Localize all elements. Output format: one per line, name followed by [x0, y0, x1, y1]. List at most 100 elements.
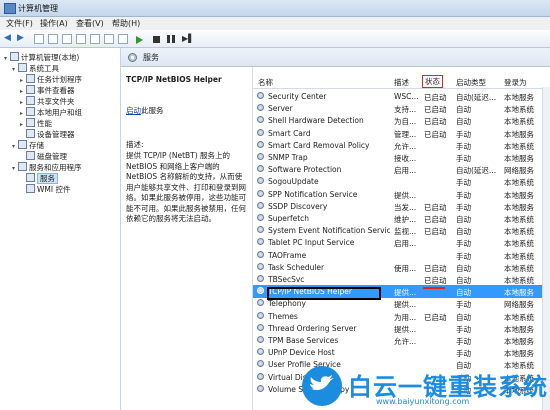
table-row[interactable]: SPP Notification Service 提供... 手动 本地服务 — [253, 188, 550, 201]
table-row[interactable]: TPM Base Services 允许... 手动 本地服务 — [253, 334, 550, 347]
pause-service-icon[interactable] — [167, 35, 175, 43]
menu-help[interactable]: 帮助(H) — [112, 18, 140, 29]
table-row[interactable]: Shell Hardware Detection 为自... 已启动 自动 本地系统 — [253, 114, 550, 127]
table-row[interactable]: Server 支持... 已启动 自动 本地系统 — [253, 102, 550, 115]
services-list: 名称 描述 状态 启动类型 登录为 Security Center WSC... 已… — [252, 67, 550, 410]
tree-node-icon — [18, 140, 27, 149]
refresh-icon[interactable] — [76, 34, 86, 44]
tree-node-label: 事件查看器 — [37, 86, 75, 95]
console-tree: ▾ 计算机管理(本地) ▾ 系统工具 ▸ 任务计划程序 ▸ 事件查看器 ▸ 共享文件夹 ▸ 本地用户和… — [0, 48, 121, 410]
tree-node[interactable]: ▸ 共享文件夹 — [20, 96, 75, 107]
col-status[interactable]: 状态 — [422, 75, 443, 88]
status-underline — [423, 287, 445, 289]
cell-name: SogouUpdate — [268, 177, 319, 187]
list-header: 名称 描述 状态 启动类型 登录为 — [253, 75, 550, 89]
service-gear-icon — [257, 311, 264, 319]
table-row[interactable]: UPnP Device Host 手动 本地服务 — [253, 346, 550, 359]
forward-icon[interactable]: ▶ — [17, 34, 24, 44]
table-row[interactable]: SNMP Trap 接收... 手动 本地服务 — [253, 151, 550, 164]
cell-name: TBSecSvc — [268, 275, 305, 284]
table-row[interactable]: Superfetch 维护... 已启动 自动 本地系统 — [253, 212, 550, 225]
service-gear-icon — [257, 360, 264, 368]
start-service-link[interactable]: 启动 — [126, 106, 141, 115]
back-icon[interactable]: ◀ — [4, 34, 11, 44]
tree-node-icon — [26, 151, 35, 160]
service-gear-icon — [257, 189, 264, 197]
tree-node[interactable]: ▸ 任务计划程序 — [20, 74, 82, 85]
cell-name: Smart Card — [268, 128, 311, 138]
service-description-pane: TCP/IP NetBIOS Helper 启动此服务 描述: 提供 TCP/I… — [121, 67, 251, 410]
tree-node-label: 服务和应用程序 — [29, 163, 82, 172]
tree-node-label: 计算机管理(本地) — [21, 53, 80, 62]
tree-node[interactable]: ▸ 本地用户和组 — [20, 107, 82, 118]
col-name[interactable]: 名称 — [258, 77, 273, 88]
service-gear-icon — [257, 372, 264, 380]
tree-node-icon — [26, 184, 35, 193]
tree-node-icon — [26, 173, 35, 182]
tree-node[interactable]: 磁盘管理 — [20, 151, 67, 162]
table-row[interactable]: Security Center WSC... 已启动 自动(延迟... 本地服务 — [253, 90, 550, 103]
tree-node[interactable]: ▾ 存储 — [12, 140, 44, 151]
list-icon[interactable] — [62, 34, 72, 44]
cell-name: Task Scheduler — [268, 262, 325, 272]
table-row-selected[interactable]: TCP/IP NetBIOS Helper 提供... 自动 本地服务 — [253, 285, 550, 301]
tree-node[interactable]: ▾ 服务和应用程序 — [12, 162, 82, 173]
export-icon[interactable] — [90, 34, 100, 44]
tree-node-icon — [26, 96, 35, 105]
service-gear-icon — [257, 336, 264, 343]
service-gear-icon — [257, 140, 264, 148]
cell-name: SPP Notification Service — [268, 189, 358, 199]
table-row[interactable]: System Event Notification Service 监视... 已启… — [253, 224, 550, 237]
table-row[interactable]: Smart Card Removal Policy 允许... 手动 本地系统 — [253, 139, 550, 152]
tree-node[interactable]: ▸ 事件查看器 — [20, 85, 75, 96]
folder-up-icon[interactable] — [34, 34, 44, 44]
properties-icon[interactable] — [118, 34, 128, 44]
table-row[interactable]: SSDP Discovery 当发... 已启动 手动 本地服务 — [253, 200, 550, 213]
start-service-icon[interactable] — [136, 36, 143, 44]
table-row[interactable]: TBSecSvc 已启动 自动 本地系统 — [253, 273, 550, 286]
main-header: 服务 — [121, 48, 550, 67]
description-label: 描述: — [126, 140, 144, 149]
table-row[interactable]: TAOFrame 手动 本地系统 — [253, 249, 550, 262]
restart-service-icon[interactable]: ▶▌ — [182, 35, 194, 43]
vertical-scrollbar[interactable] — [542, 87, 550, 410]
col-desc[interactable]: 描述 — [394, 77, 409, 88]
help-icon[interactable] — [104, 34, 114, 44]
stop-service-icon[interactable] — [153, 36, 160, 43]
table-row[interactable]: SogouUpdate 手动 本地系统 — [253, 175, 550, 188]
tree-node-icon — [18, 63, 27, 72]
tree-node[interactable]: WMI 控件 — [20, 184, 70, 195]
table-row[interactable]: Software Protection 启用... 自动(延迟... 网络服务 — [253, 163, 550, 176]
tree-node-icon — [10, 52, 19, 61]
cell-name: Software Protection — [268, 165, 342, 175]
col-logon[interactable]: 登录为 — [504, 77, 527, 88]
tree-node[interactable]: 设备管理器 — [20, 129, 75, 140]
cell-name: Server — [268, 104, 293, 114]
tree-node-label: 设备管理器 — [37, 130, 75, 139]
cell-name: TAOFrame — [268, 250, 307, 260]
table-row[interactable]: Smart Card 管理... 已启动 手动 本地服务 — [253, 127, 550, 140]
tree-node[interactable]: 服务 — [20, 173, 58, 184]
service-gear-icon — [257, 177, 264, 185]
tree-node[interactable]: ▾ 系统工具 — [12, 63, 59, 74]
cell-name: Smart Card Removal Policy — [268, 140, 370, 150]
table-row[interactable]: Tablet PC Input Service 启用... 手动 本地系统 — [253, 236, 550, 249]
show-tree-icon[interactable] — [48, 34, 58, 44]
tree-node-label: 磁盘管理 — [37, 152, 67, 161]
tree-node-label: 任务计划程序 — [37, 75, 82, 84]
col-startup[interactable]: 启动类型 — [456, 77, 486, 88]
menu-action[interactable]: 操作(A) — [40, 18, 68, 29]
table-row[interactable]: Thread Ordering Server 提供... 手动 本地服务 — [253, 322, 550, 335]
tree-node[interactable]: ▾ 计算机管理(本地) — [4, 52, 79, 63]
menu-file[interactable]: 文件(F) — [6, 18, 33, 29]
watermark-url: www.baiyunxitong.com — [376, 397, 470, 406]
menu-view[interactable]: 查看(V) — [76, 18, 104, 29]
service-gear-icon — [257, 116, 264, 124]
service-gear-icon — [257, 165, 264, 173]
table-row[interactable]: Telephony 提供... 手动 网络服务 — [253, 297, 550, 310]
tree-node[interactable]: ▸ 性能 — [20, 118, 52, 129]
cell-name: SNMP Trap — [268, 153, 308, 162]
table-row[interactable]: Themes 为用... 已启动 自动 本地系统 — [253, 310, 550, 323]
cell-name: SSDP Discovery — [268, 201, 328, 211]
table-row[interactable]: Task Scheduler 使用... 已启动 自动 本地系统 — [253, 261, 550, 274]
